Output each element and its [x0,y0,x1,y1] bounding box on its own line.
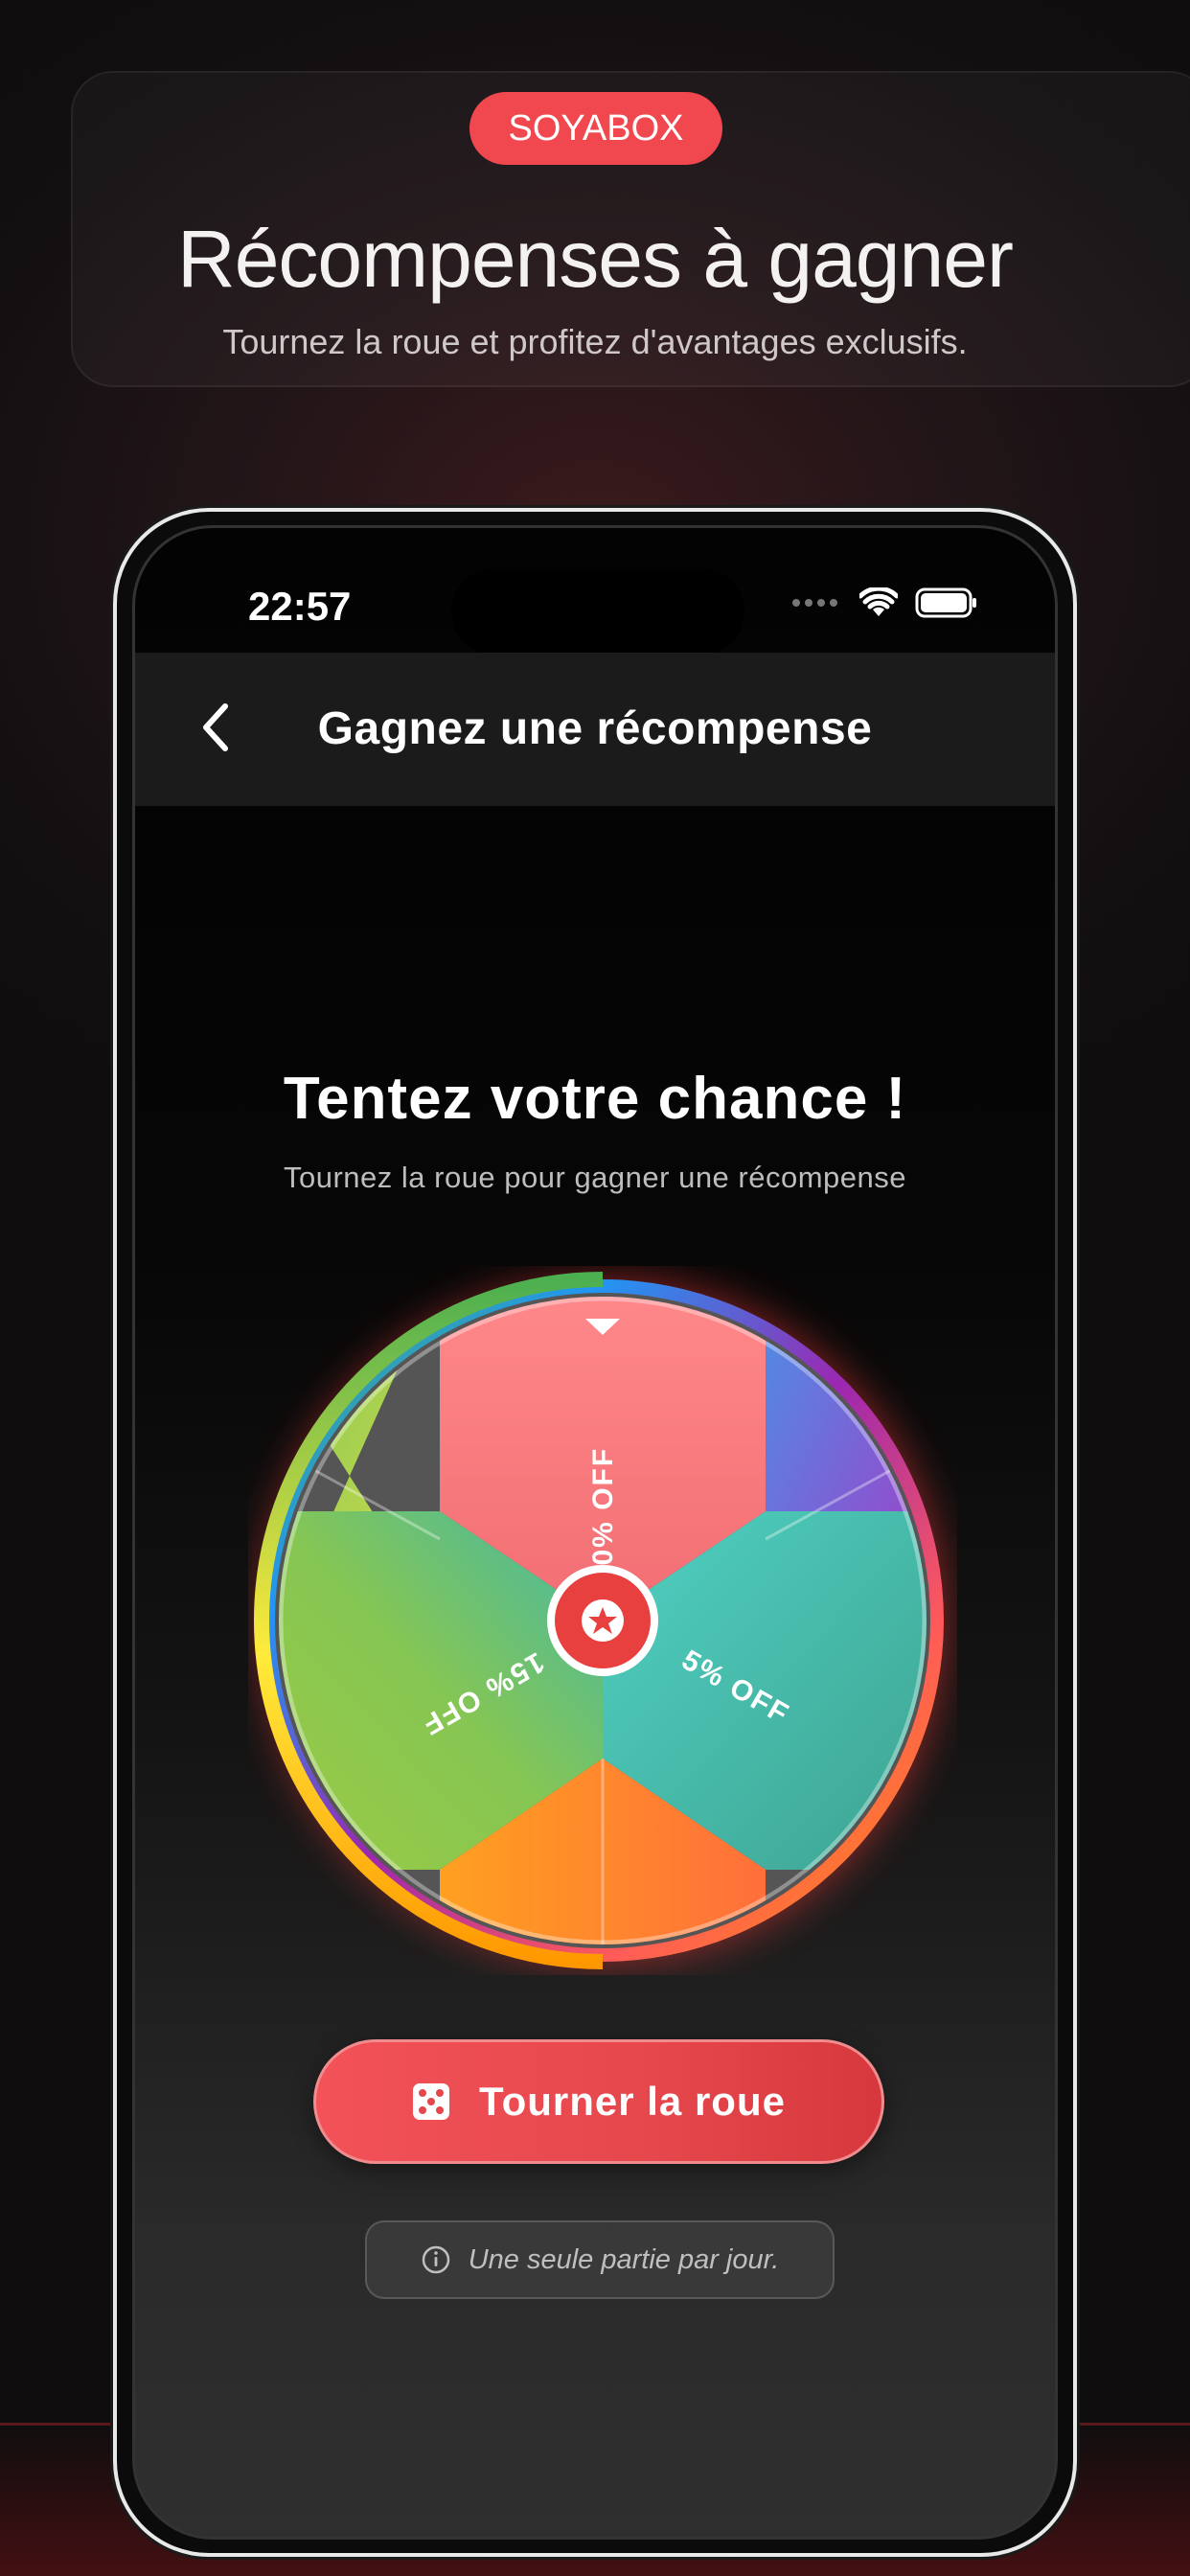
game-subtitle: Tournez la roue pour gagner une récompen… [283,1161,907,1194]
status-bar: 22:57 [135,528,1055,655]
prize-wheel[interactable]: 10% OFF 5% OFF 15% OFF [248,1266,957,1975]
brand-badge: SOYABOX [469,92,722,165]
wheel-center-button[interactable] [547,1565,658,1676]
dynamic-island [451,568,744,655]
header-title: Gagnez une récompense [317,703,873,754]
signal-icon [792,599,837,607]
game-title: Tentez votre chance ! [283,1066,907,1132]
segment-label-10: 10% OFF [587,1447,619,1583]
wheel-graphic: 10% OFF 5% OFF 15% OFF [254,1272,944,1969]
app-header: Gagnez une récompense [135,653,1055,806]
info-pill: Une seule partie par jour. [365,2220,835,2299]
battery-icon [915,587,976,618]
phone-frame: 22:57 Gagnez une récompense Tentez votre… [113,508,1077,2557]
phone-screen: 22:57 Gagnez une récompense Tentez votre… [132,525,1058,2540]
status-time: 22:57 [248,584,352,629]
wifi-icon [859,587,898,616]
info-text: Une seule partie par jour. [468,2243,780,2275]
dice-icon [413,2083,450,2120]
status-icons [790,587,978,618]
spin-button[interactable]: Tourner la roue [313,2039,884,2164]
promo-subtitle: Tournez la roue et profitez d'avantages … [222,322,968,361]
spin-button-label: Tourner la roue [479,2079,786,2124]
promo-title: Récompenses à gagner [177,214,1014,304]
info-icon [422,2245,449,2274]
